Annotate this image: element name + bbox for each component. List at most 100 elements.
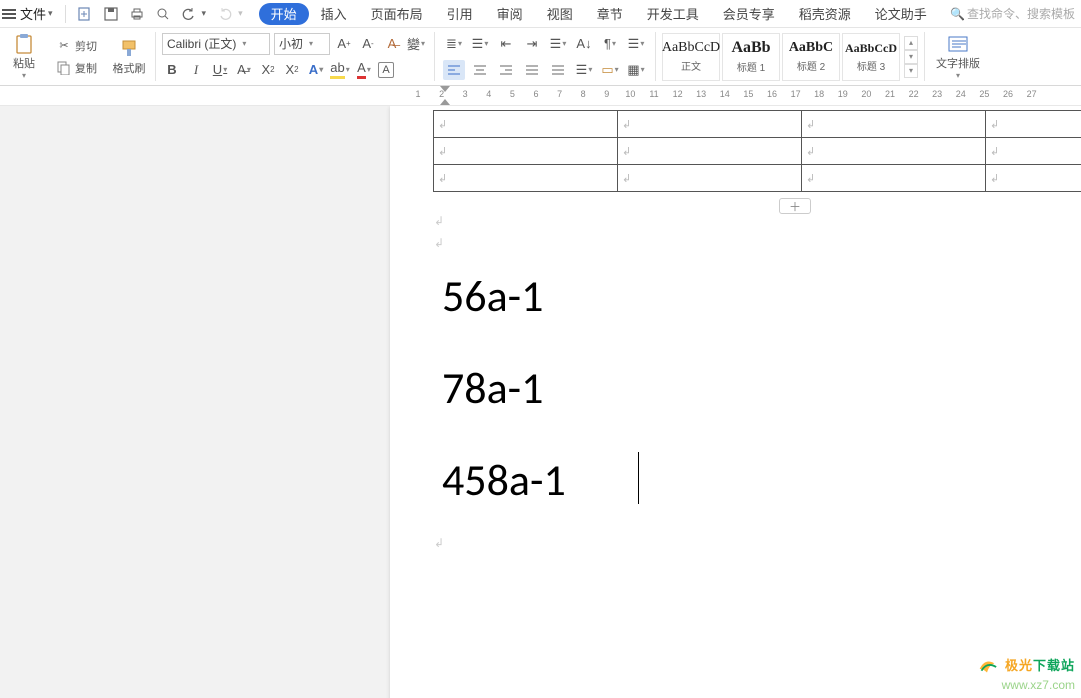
chevron-down-icon: ▾ <box>22 71 26 80</box>
style-heading1[interactable]: AaBb 标题 1 <box>722 33 780 81</box>
cut-copy-group: ✂剪切 复制 <box>48 28 105 85</box>
borders-button[interactable]: ▦▾ <box>625 60 647 80</box>
tab-member[interactable]: 会员专享 <box>711 0 787 28</box>
ruler-number: 2 <box>439 89 444 99</box>
align-distribute-button[interactable] <box>547 60 569 80</box>
document-workspace: ↲↲↲↲ ↲↲↲↲ ↲↲↲↲ ＋ ↲ ↲ 56a-1 78a-1 458a-1 … <box>0 106 1081 698</box>
tab-pagelayout[interactable]: 页面布局 <box>359 0 435 28</box>
tab-view[interactable]: 视图 <box>535 0 585 28</box>
text-line-3[interactable]: 458a-1 <box>442 456 566 504</box>
chevron-up-icon[interactable]: ▴ <box>904 36 918 50</box>
align-center-button[interactable] <box>469 60 491 80</box>
ruler-number: 13 <box>696 89 706 99</box>
bullets-button[interactable]: ≣▾ <box>443 34 465 54</box>
clear-format-button[interactable]: A̶ <box>382 34 402 54</box>
chevron-down-icon[interactable]: ▾ <box>904 50 918 64</box>
italic-button[interactable]: I <box>186 60 206 80</box>
superscript-button[interactable]: X2 <box>258 60 278 80</box>
tab-developer[interactable]: 开发工具 <box>635 0 711 28</box>
new-tab-icon[interactable] <box>76 5 94 23</box>
font-name-combo[interactable]: Calibri (正文)▾ <box>162 33 270 55</box>
styles-scroll[interactable]: ▴ ▾ ▾ <box>904 36 918 78</box>
paste-button[interactable]: 粘贴 ▾ <box>6 33 42 80</box>
command-search[interactable]: 🔍 查找命令、搜索模板 <box>950 5 1081 22</box>
tab-review[interactable]: 审阅 <box>485 0 535 28</box>
bold-button[interactable]: B <box>162 60 182 80</box>
char-border-button[interactable]: A <box>378 62 394 78</box>
format-painter-button[interactable]: 格式刷 <box>111 38 147 76</box>
show-marks-button[interactable]: ¶▾ <box>599 34 621 54</box>
tab-start[interactable]: 开始 <box>259 3 309 25</box>
horizontal-ruler[interactable]: 1234567891011121314151617181920212223242… <box>0 86 1081 106</box>
tab-thesis[interactable]: 论文助手 <box>863 0 939 28</box>
text-line-2[interactable]: 78a-1 <box>442 364 543 412</box>
line-tools-button[interactable]: ☰▾ <box>625 34 647 54</box>
shading-button[interactable]: ▭▾ <box>599 60 621 80</box>
add-row-button[interactable]: ＋ <box>779 198 811 214</box>
ribbon-tabs: 开始 插入 页面布局 引用 审阅 视图 章节 开发工具 会员专享 稻壳资源 论文… <box>259 0 939 28</box>
tab-insert[interactable]: 插入 <box>309 0 359 28</box>
copy-icon <box>56 60 72 76</box>
divider <box>434 32 435 81</box>
tab-chapter[interactable]: 章节 <box>585 0 635 28</box>
print-icon[interactable] <box>128 5 146 23</box>
more-styles-icon[interactable]: ▾ <box>904 64 918 78</box>
format-painter-group: 格式刷 <box>105 28 153 85</box>
style-normal[interactable]: AaBbCcD 正文 <box>662 33 720 81</box>
chevron-down-icon: ▾ <box>242 39 246 48</box>
phonetic-guide-button[interactable]: 變▾ <box>406 34 426 54</box>
paste-label: 粘贴 <box>13 55 35 71</box>
chevron-down-icon[interactable]: ▾ <box>48 8 53 19</box>
grow-font-button[interactable]: A+ <box>334 34 354 54</box>
redo-dropdown-icon[interactable]: ▾ <box>238 8 243 19</box>
align-right-button[interactable] <box>495 60 517 80</box>
text-effects-button[interactable]: A▾ <box>306 60 326 80</box>
divider <box>155 32 156 81</box>
tab-references[interactable]: 引用 <box>435 0 485 28</box>
text-cursor <box>638 452 639 504</box>
table-row[interactable]: ↲↲↲↲ <box>434 138 1081 165</box>
style-heading2[interactable]: AaBbC 标题 2 <box>782 33 840 81</box>
ruler-number: 20 <box>861 89 871 99</box>
align-left-button[interactable] <box>443 60 465 80</box>
search-placeholder: 查找命令、搜索模板 <box>967 5 1075 22</box>
underline-button[interactable]: U▾ <box>210 60 230 80</box>
document-table[interactable]: ↲↲↲↲ ↲↲↲↲ ↲↲↲↲ <box>433 110 1081 192</box>
table-row[interactable]: ↲↲↲↲ <box>434 111 1081 138</box>
redo-icon[interactable] <box>216 5 234 23</box>
document-page[interactable]: ↲↲↲↲ ↲↲↲↲ ↲↲↲↲ ＋ ↲ ↲ 56a-1 78a-1 458a-1 … <box>390 106 1081 698</box>
cut-button[interactable]: ✂剪切 <box>54 36 99 56</box>
scissors-icon: ✂ <box>56 38 72 54</box>
tab-resources[interactable]: 稻壳资源 <box>787 0 863 28</box>
menu-bar: 文件 ▾ ▾ ▾ 开始 插入 页面布局 引用 审阅 视图 章节 开发工具 会员专… <box>0 0 1081 28</box>
copy-button[interactable]: 复制 <box>54 58 99 78</box>
highlight-button[interactable]: ab▾ <box>330 60 350 80</box>
hanging-indent-marker[interactable] <box>440 99 450 105</box>
undo-icon[interactable] <box>180 5 198 23</box>
save-icon[interactable] <box>102 5 120 23</box>
undo-dropdown-icon[interactable]: ▾ <box>202 8 207 19</box>
font-color-button[interactable]: A▾ <box>354 60 374 80</box>
paragraph-group: ≣▾ ☰▾ ⇤ ⇥ ☰▾ A↓ ¶▾ ☰▾ ☰▾ ▭▾ ▦▾ <box>437 28 653 85</box>
text-line-1[interactable]: 56a-1 <box>442 272 543 320</box>
align-justify-button[interactable] <box>521 60 543 80</box>
ruler-number: 22 <box>909 89 919 99</box>
sort-button[interactable]: A↓ <box>573 34 595 54</box>
menu-icon[interactable] <box>2 9 16 19</box>
typeset-group: 文字排版 ▾ <box>927 28 989 85</box>
style-heading3[interactable]: AaBbCcD 标题 3 <box>842 33 900 81</box>
table-row[interactable]: ↲↲↲↲ <box>434 165 1081 192</box>
increase-indent-button[interactable]: ⇥ <box>521 34 543 54</box>
strikethrough-button[interactable]: A̶▾ <box>234 60 254 80</box>
print-preview-icon[interactable] <box>154 5 172 23</box>
typeset-button[interactable]: 文字排版 ▾ <box>933 33 983 80</box>
typeset-label: 文字排版 <box>936 55 980 71</box>
shrink-font-button[interactable]: A- <box>358 34 378 54</box>
subscript-button[interactable]: X2 <box>282 60 302 80</box>
decrease-indent-button[interactable]: ⇤ <box>495 34 517 54</box>
numbering-button[interactable]: ☰▾ <box>469 34 491 54</box>
line-spacing-button[interactable]: ☰▾ <box>573 60 595 80</box>
font-size-combo[interactable]: 小初▾ <box>274 33 330 55</box>
text-direction-button[interactable]: ☰▾ <box>547 34 569 54</box>
file-menu[interactable]: 文件 <box>20 4 46 23</box>
